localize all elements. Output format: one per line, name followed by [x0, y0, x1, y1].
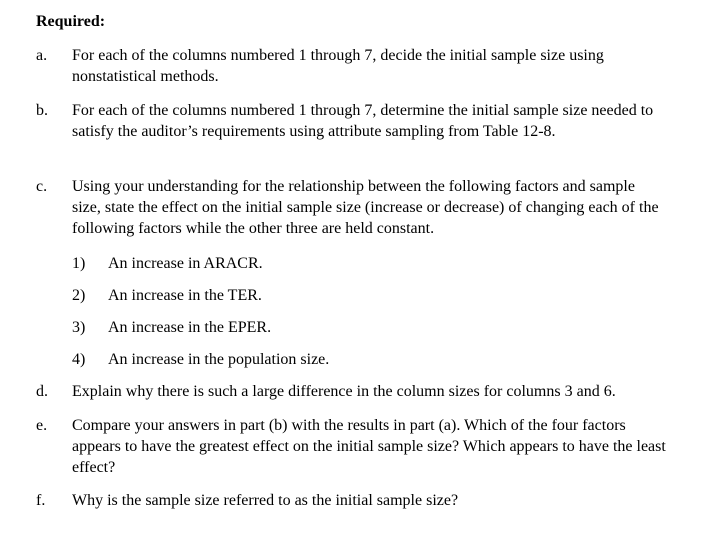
question-label: d.	[36, 383, 48, 400]
question-f: f. Why is the sample size referred to as…	[36, 490, 686, 511]
document-page: Required: a. For each of the columns num…	[0, 0, 720, 540]
question-text: Why is the sample size referred to as th…	[72, 492, 459, 509]
question-d: d. Explain why there is such a large dif…	[36, 381, 686, 402]
question-label: c.	[36, 178, 48, 195]
question-text: Using your understanding for the relatio…	[72, 178, 659, 237]
subitem-2: 2) An increase in the TER.	[72, 285, 672, 306]
question-label: f.	[36, 492, 46, 509]
question-label: b.	[36, 102, 48, 119]
question-c: c. Using your understanding for the rela…	[36, 176, 686, 239]
subitem-1: 1) An increase in ARACR.	[72, 253, 672, 274]
question-label: e.	[36, 417, 48, 434]
question-text: Explain why there is such a large differ…	[72, 383, 616, 400]
question-label: a.	[36, 47, 48, 64]
subitem-text: An increase in ARACR.	[108, 255, 263, 272]
subitem-number: 1)	[72, 255, 86, 272]
subitem-number: 4)	[72, 351, 86, 368]
question-e: e. Compare your answers in part (b) with…	[36, 415, 686, 478]
subitem-number: 3)	[72, 319, 86, 336]
subitem-text: An increase in the population size.	[108, 351, 330, 368]
question-text: For each of the columns numbered 1 throu…	[72, 102, 654, 140]
subitem-4: 4) An increase in the population size.	[72, 349, 672, 370]
question-text: Compare your answers in part (b) with th…	[72, 417, 666, 476]
question-text: For each of the columns numbered 1 throu…	[72, 47, 604, 85]
question-a: a. For each of the columns numbered 1 th…	[36, 45, 686, 87]
subitem-text: An increase in the EPER.	[108, 319, 272, 336]
subitem-number: 2)	[72, 287, 86, 304]
subitem-text: An increase in the TER.	[108, 287, 262, 304]
required-heading: Required:	[36, 13, 106, 30]
question-b: b. For each of the columns numbered 1 th…	[36, 100, 686, 142]
subitem-3: 3) An increase in the EPER.	[72, 317, 672, 338]
